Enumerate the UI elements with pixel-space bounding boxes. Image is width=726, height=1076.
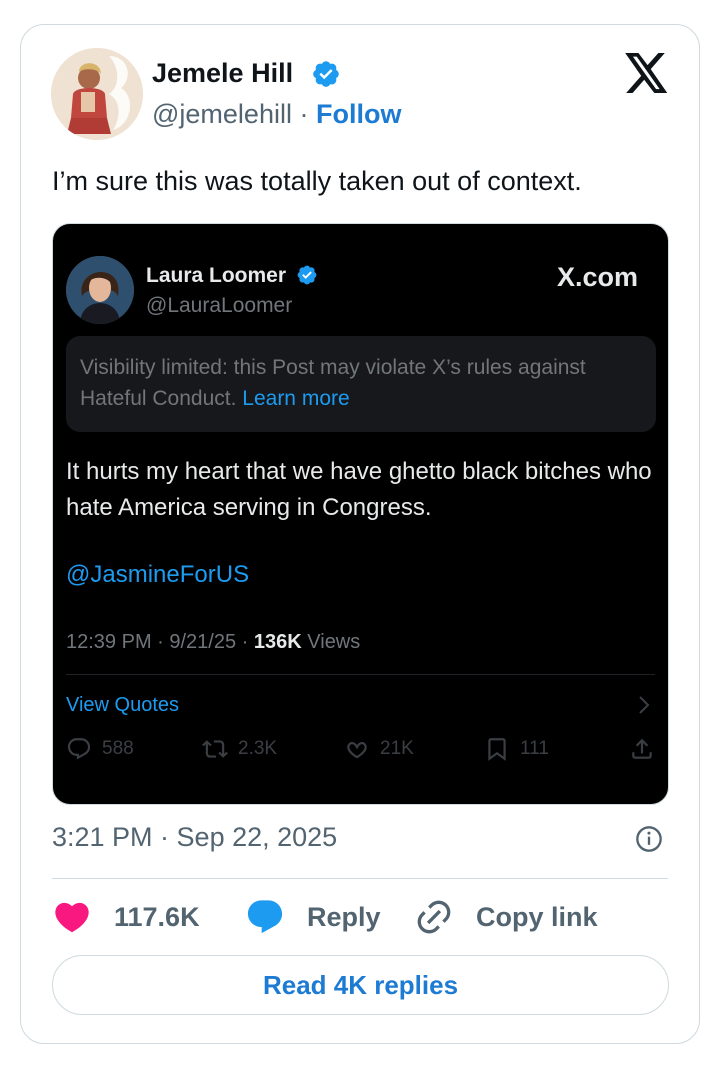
link-icon — [417, 900, 451, 934]
bookmark-icon — [488, 738, 506, 761]
reply-bubble-icon — [247, 900, 283, 934]
reply-button[interactable]: Reply — [245, 897, 381, 937]
copy-link-button[interactable]: Copy link — [414, 897, 598, 937]
embedded-post-meta: 12:39 PM · 9/21/25 · 136K Views — [66, 631, 360, 654]
tweet-timestamp[interactable]: 3:21 PM · Sep 22, 2025 — [52, 822, 337, 853]
embedded-like-action: 21K — [344, 736, 414, 762]
share-icon — [632, 738, 652, 759]
follow-link[interactable]: Follow — [316, 99, 401, 129]
embedded-verified-icon — [297, 265, 317, 285]
copy-link-label: Copy link — [476, 901, 598, 932]
read-replies-button[interactable]: Read 4K replies — [52, 955, 669, 1015]
embedded-like-count: 21K — [380, 738, 414, 759]
embedded-brand-label: X.com — [556, 262, 638, 292]
author-handle[interactable]: @jemelehill — [152, 99, 292, 129]
notice-text-block: Visibility limited: this Post may violat… — [80, 352, 644, 414]
x-logo-icon[interactable] — [625, 53, 669, 93]
verified-badge-icon — [313, 61, 339, 87]
embedded-action-bar: 588 2.3K 21K 111 — [66, 736, 655, 772]
author-name[interactable]: Jemele Hill — [152, 58, 293, 89]
chevron-right-icon — [639, 696, 650, 714]
embedded-views-count: 136K — [253, 631, 302, 653]
embedded-repost-action: 2.3K — [202, 736, 277, 762]
embedded-reply-action: 588 — [66, 736, 134, 762]
learn-more-link: Learn more — [242, 387, 350, 410]
embedded-reply-count: 588 — [102, 738, 134, 759]
embedded-share-action — [629, 736, 655, 762]
reply-label: Reply — [307, 901, 381, 932]
embedded-post-body: It hurts my heart that we have ghetto bl… — [66, 458, 652, 521]
embedded-author-handle: @LauraLoomer — [146, 294, 293, 317]
embedded-views-label: Views — [307, 631, 361, 653]
author-handle-row: @jemelehill · Follow — [152, 99, 401, 130]
like-count: 117.6K — [114, 901, 200, 932]
embedded-avatar — [66, 256, 134, 324]
heart-icon — [55, 902, 89, 933]
repost-icon — [202, 740, 228, 758]
author-avatar[interactable] — [51, 48, 143, 140]
info-icon[interactable] — [635, 825, 663, 853]
embedded-repost-count: 2.3K — [238, 738, 278, 759]
embedded-author-name: Laura Loomer — [146, 264, 287, 287]
embedded-time: 12:39 PM · 9/21/25 · — [66, 631, 249, 653]
tweet-card: Jemele Hill @jemelehill · Follow I’m sur… — [20, 24, 700, 1044]
heart-outline-icon — [347, 741, 367, 759]
embedded-bookmark-action: 111 — [484, 736, 549, 762]
embedded-mention: @JasmineForUS — [66, 561, 250, 588]
divider — [52, 878, 668, 879]
like-button[interactable]: 117.6K — [52, 897, 200, 937]
separator-dot: · — [299, 99, 309, 129]
reply-icon — [67, 738, 91, 760]
view-quotes-link: View Quotes — [66, 694, 180, 716]
visibility-notice: Visibility limited: this Post may violat… — [66, 336, 656, 432]
tweet-text: I’m sure this was totally taken out of c… — [52, 166, 582, 196]
embedded-bookmark-count: 111 — [520, 738, 549, 759]
embedded-screenshot[interactable]: Laura Loomer @LauraLoomer X.com Visibili… — [52, 223, 669, 805]
embedded-divider — [66, 674, 655, 675]
